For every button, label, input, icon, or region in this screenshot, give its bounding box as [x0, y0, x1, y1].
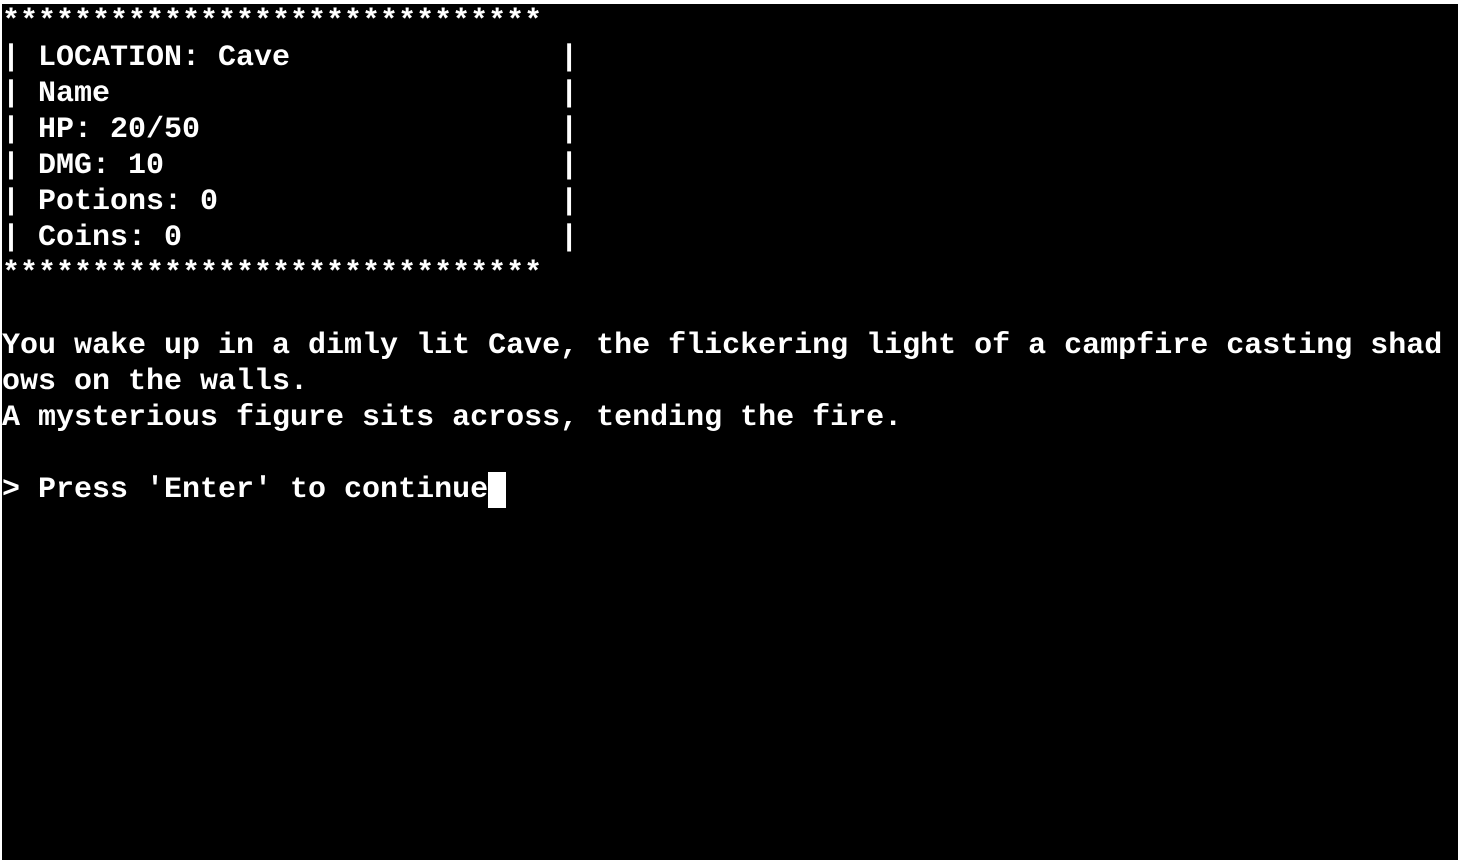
status-box-bottom-border: ******************************	[2, 257, 543, 291]
status-box-top-border: ******************************	[2, 5, 543, 39]
prompt-text: > Press 'Enter' to continue	[2, 473, 489, 507]
status-location: | LOCATION: Cave |	[2, 41, 579, 75]
status-coins: | Coins: 0 |	[2, 221, 579, 255]
input-prompt[interactable]: > Press 'Enter' to continue	[2, 472, 507, 508]
status-name: | Name |	[2, 77, 579, 111]
status-hp: | HP: 20/50 |	[2, 113, 579, 147]
terminal-window[interactable]: ****************************** | LOCATIO…	[2, 4, 1458, 860]
narrative-line-3: A mysterious figure sits across, tending…	[2, 401, 903, 435]
status-potions: | Potions: 0 |	[2, 185, 579, 219]
status-dmg: | DMG: 10 |	[2, 149, 579, 183]
narrative-line-1: You wake up in a dimly lit Cave, the fli…	[2, 329, 1443, 363]
text-cursor	[488, 472, 507, 508]
narrative-line-2: ows on the walls.	[2, 365, 309, 399]
